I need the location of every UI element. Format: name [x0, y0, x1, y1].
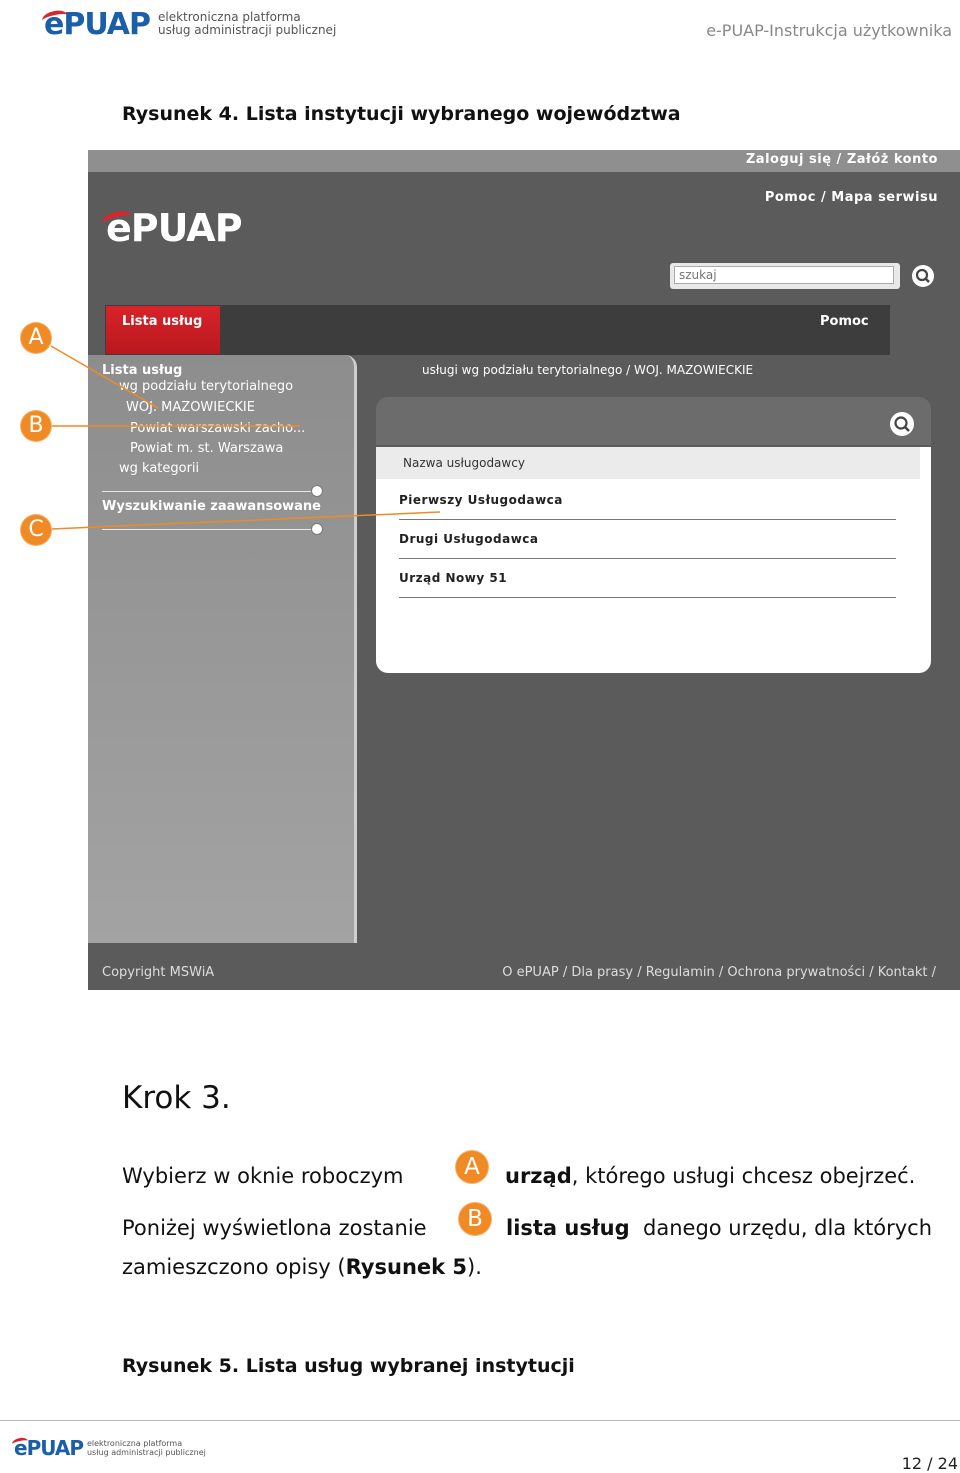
callout-c: C	[21, 515, 51, 545]
search-box	[670, 263, 900, 289]
main-nav-bar	[105, 305, 890, 355]
logo-tagline: elektroniczna platforma usług administra…	[157, 10, 337, 37]
table-row[interactable]: Drugi Usługodawca	[399, 520, 896, 559]
header-logo: ePUAP elektroniczna platforma usług admi…	[40, 6, 337, 42]
table-row[interactable]: Pierwszy Usługodawca	[399, 481, 896, 520]
epuap-logo: ePUAP	[40, 7, 151, 42]
figure-5-caption: Rysunek 5. Lista usług wybranej instytuc…	[122, 1355, 575, 1377]
footer-logo: ePUAP elektroniczna platforma usług admi…	[11, 1436, 206, 1460]
figure-4-caption: Rysunek 4. Lista instytucji wybranego wo…	[122, 103, 681, 125]
page-number: 12 / 24	[901, 1454, 958, 1473]
slider-knob	[311, 485, 323, 497]
tab-lista-uslug[interactable]: Lista usług	[106, 306, 220, 354]
footer-tagline: elektroniczna platforma usług administra…	[86, 1439, 206, 1457]
panel-search-icon[interactable]	[890, 412, 914, 436]
callout-b: B	[21, 411, 51, 441]
step-line-1-pre: Wybierz w oknie roboczym	[122, 1164, 404, 1188]
inline-callout-a: A	[456, 1151, 488, 1183]
screenshot-logo: ePUAP	[100, 206, 243, 250]
breadcrumb: usługi wg podziału terytorialnego / WOJ.…	[422, 363, 754, 377]
sidebar-item-categories[interactable]: wg kategorii	[119, 461, 199, 476]
sidebar-title: Lista usług	[102, 363, 183, 378]
column-header: Nazwa usługodawcy	[376, 447, 920, 479]
footer-epuap-logo: ePUAP	[11, 1436, 84, 1460]
sidebar-item-territorial[interactable]: wg podziału terytorialnego	[119, 379, 293, 394]
callout-a: A	[21, 323, 51, 353]
inline-callout-b: B	[459, 1203, 491, 1235]
footer-divider	[0, 1420, 960, 1421]
document-title: e-PUAP-Instrukcja użytkownika	[706, 21, 952, 40]
screenshot-footer-links[interactable]: O ePUAP / Dla prasy / Regulamin / Ochron…	[502, 965, 936, 980]
login-register-links[interactable]: Zaloguj się / Załóż konto	[746, 152, 938, 167]
divider	[102, 491, 320, 492]
nav-help-link[interactable]: Pomoc	[820, 314, 869, 329]
sidebar-item-powiat-zachodni[interactable]: Powiat warszawski zacho...	[130, 421, 305, 436]
search-input[interactable]	[674, 266, 894, 284]
step-line-3: zamieszczono opisy (Rysunek 5).	[122, 1255, 482, 1279]
screenshot-copyright: Copyright MSWiA	[102, 965, 215, 980]
results-panel-header	[376, 397, 931, 445]
table-row[interactable]: Urząd Nowy 51	[399, 559, 896, 598]
sidebar-item-powiat-warszawa[interactable]: Powiat m. st. Warszawa	[130, 441, 283, 456]
step-heading: Krok 3.	[122, 1080, 231, 1116]
slider-knob	[311, 523, 323, 535]
sidebar-item-mazowieckie[interactable]: WOJ. MAZOWIECKIE	[126, 400, 255, 415]
step-line-1-rest: urząd, którego usługi chcesz obejrzeć.	[505, 1164, 916, 1188]
figure-4-screenshot: Zaloguj się / Załóż konto Pomoc / Mapa s…	[88, 150, 960, 990]
advanced-search-link[interactable]: Wyszukiwanie zaawansowane	[102, 499, 321, 514]
search-icon[interactable]	[912, 265, 934, 287]
step-line-2-rest: lista usług danego urzędu, dla których	[506, 1216, 933, 1240]
divider	[102, 529, 320, 530]
help-sitemap-links[interactable]: Pomoc / Mapa serwisu	[765, 190, 938, 205]
step-line-2-pre: Poniżej wyświetlona zostanie	[122, 1216, 427, 1240]
